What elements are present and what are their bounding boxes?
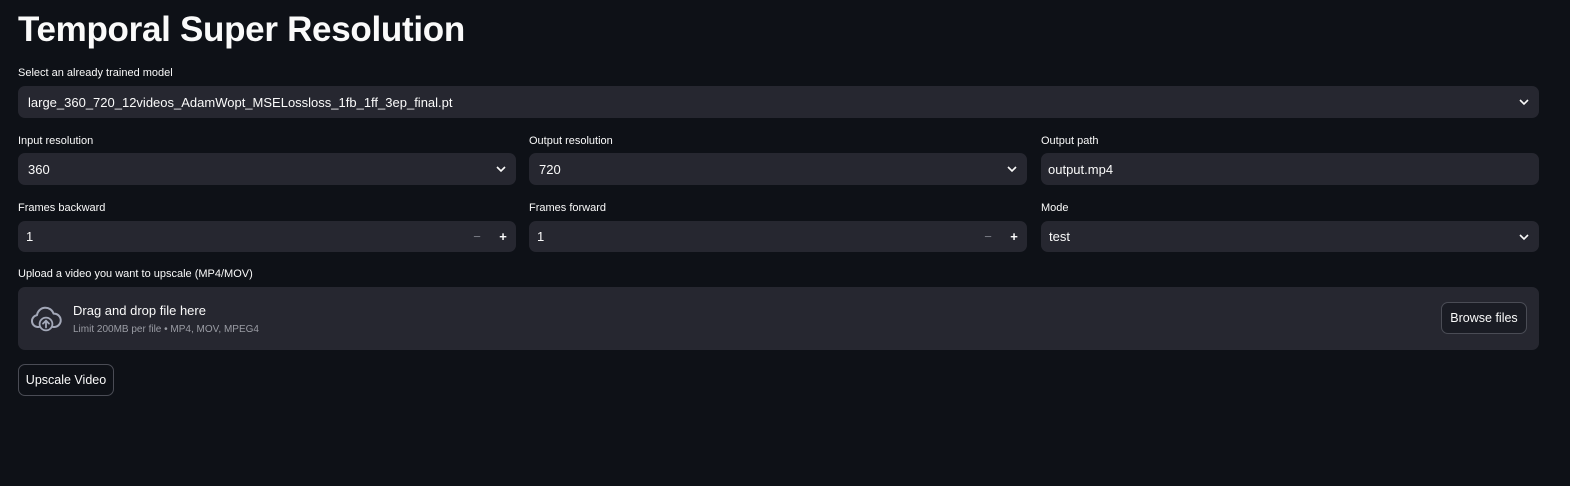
page-title: Temporal Super Resolution [18,10,465,49]
upscale-video-button[interactable]: Upscale Video [18,364,114,396]
output-path-label: Output path [1041,135,1099,147]
model-select[interactable]: large_360_720_12videos_AdamWopt_MSELossl… [18,86,1539,118]
frames-forward-decrement-button[interactable]: − [975,221,1001,253]
chevron-down-icon [997,163,1027,175]
output-path-input[interactable]: output.mp4 [1041,153,1539,185]
mode-label: Mode [1041,202,1069,214]
cloud-upload-icon [30,305,62,333]
frames-forward-value[interactable]: 1 [529,229,975,244]
chevron-down-icon [1509,96,1539,108]
frames-backward-decrement-button[interactable]: − [464,221,490,253]
frames-forward-stepper[interactable]: 1 − + [529,221,1027,252]
output-resolution-label: Output resolution [529,135,613,147]
output-path-value: output.mp4 [1048,161,1114,177]
frames-backward-increment-button[interactable]: + [490,221,516,253]
input-resolution-label: Input resolution [18,135,94,147]
frames-backward-stepper[interactable]: 1 − + [18,221,516,252]
frames-backward-label: Frames backward [18,202,106,214]
frames-forward-increment-button[interactable]: + [1001,221,1027,253]
file-dropzone[interactable]: Drag and drop file here Limit 200MB per … [18,287,1539,350]
input-resolution-select[interactable]: 360 [18,153,516,185]
upload-label: Upload a video you want to upscale (MP4/… [18,268,253,280]
model-select-label: Select an already trained model [18,67,173,79]
chevron-down-icon [1509,231,1539,243]
dropzone-instructions: Drag and drop file here [73,303,206,318]
frames-forward-label: Frames forward [529,202,607,214]
chevron-down-icon [486,163,516,175]
mode-value: test [1049,229,1070,244]
model-select-value: large_360_720_12videos_AdamWopt_MSELossl… [28,94,453,110]
dropzone-limit-text: Limit 200MB per file • MP4, MOV, MPEG4 [73,324,259,335]
frames-backward-value[interactable]: 1 [18,229,464,244]
input-resolution-value: 360 [28,161,50,177]
output-resolution-value: 720 [539,161,561,177]
browse-files-button[interactable]: Browse files [1441,302,1527,334]
mode-select[interactable]: test [1041,221,1539,252]
output-resolution-select[interactable]: 720 [529,153,1027,185]
